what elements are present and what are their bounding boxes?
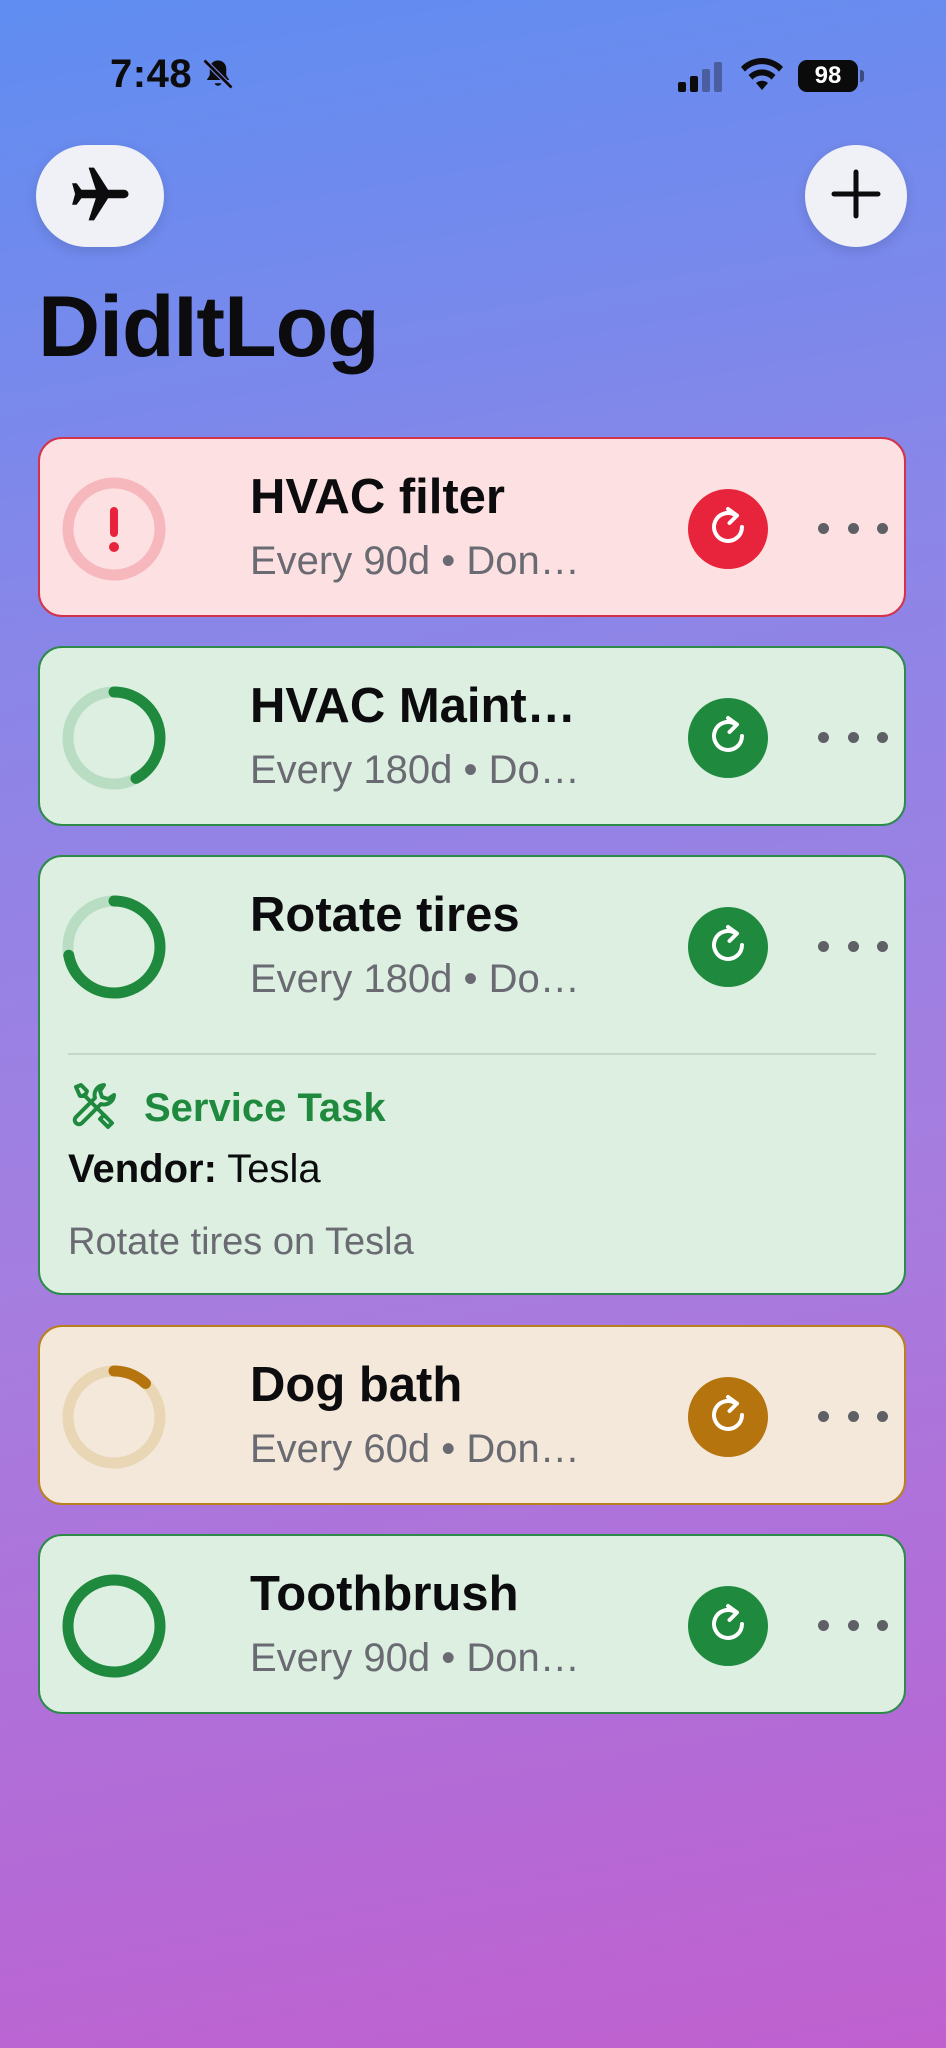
dot [847,1619,859,1631]
task-card-expanded[interactable]: Rotate tires Every 180d • Do… Service Ta… [38,855,906,1295]
dot [847,731,859,743]
redo-icon [706,923,750,972]
wrench-screwdriver-icon [68,1079,122,1138]
travel-mode-button[interactable] [36,145,164,247]
dot [818,1410,829,1422]
divider [68,1053,876,1055]
add-task-button[interactable] [805,145,907,247]
task-card[interactable]: Dog bath Every 60d • Don… [38,1325,906,1505]
mark-done-button[interactable] [688,1586,768,1666]
redo-icon [706,1393,750,1442]
task-card[interactable]: Toothbrush Every 90d • Don… [38,1534,906,1714]
dot [877,1410,888,1422]
status-time: 7:48 [110,52,193,96]
task-schedule: Every 60d • Don… [250,1427,580,1471]
dot [877,522,888,534]
dot [847,1410,859,1422]
task-card[interactable]: HVAC Maint… Every 180d • Do… [38,646,906,826]
plus-icon [828,166,884,227]
more-options-button[interactable] [818,503,888,553]
wifi-icon [740,56,784,97]
dot [877,731,888,743]
dot [877,1619,888,1631]
mark-done-button[interactable] [688,698,768,778]
dot [818,1619,829,1631]
vendor-row: Vendor: Tesla [68,1147,321,1192]
dot [818,522,829,534]
task-notes: Rotate tires on Tesla [68,1221,414,1263]
task-type-row: Service Task [68,1079,386,1138]
vendor-label: Vendor: [68,1147,217,1191]
task-schedule: Every 180d • Do… [250,957,580,1001]
more-options-button[interactable] [818,712,888,762]
task-schedule: Every 90d • Don… [250,1636,580,1680]
task-name: Toothbrush [250,1567,519,1621]
task-name: HVAC filter [250,470,506,524]
mark-done-button[interactable] [688,489,768,569]
dot [847,522,859,534]
status-bar: 7:48 98 [0,0,946,150]
redo-icon [706,505,750,554]
task-type-label: Service Task [144,1086,386,1130]
vendor-value: Tesla [227,1147,321,1191]
airplane-icon [64,158,136,235]
dot [818,731,829,743]
cellular-signal-icon [678,62,726,97]
page-title: DidItLog [38,279,380,375]
battery-indicator: 98 [798,60,858,92]
progress-ring [60,684,168,792]
more-options-button[interactable] [818,1391,888,1441]
task-name: Dog bath [250,1358,463,1412]
task-name: HVAC Maint… [250,679,576,733]
task-name: Rotate tires [250,888,520,942]
progress-ring [60,1363,168,1471]
dot [877,940,888,952]
progress-ring [60,893,168,1001]
dot [818,940,829,952]
task-schedule: Every 180d • Do… [250,748,580,792]
more-options-button[interactable] [818,921,888,971]
dot [847,940,859,952]
bell-slash-icon [200,56,236,97]
redo-icon [706,714,750,763]
mark-done-button[interactable] [688,1377,768,1457]
redo-icon [706,1602,750,1651]
progress-ring [60,1572,168,1680]
battery-tip [860,70,864,82]
more-options-button[interactable] [818,1600,888,1650]
mark-done-button[interactable] [688,907,768,987]
task-schedule: Every 90d • Don… [250,539,580,583]
task-card[interactable]: HVAC filter Every 90d • Don… [38,437,906,617]
exclamation-icon [60,475,168,583]
